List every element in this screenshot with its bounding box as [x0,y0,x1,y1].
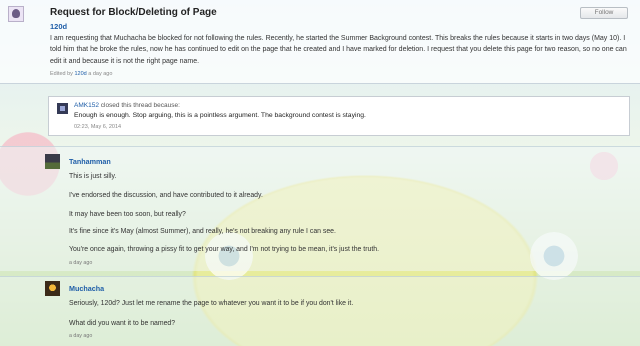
closer-avatar[interactable] [57,103,68,114]
reply-author-link[interactable]: Tanhamman [69,157,111,166]
edited-line: Edited by 120d a day ago [50,71,112,77]
edited-author-link[interactable]: 120d [74,71,86,77]
closed-timestamp: 02:23, May 6, 2014 [74,124,122,130]
reply-text: This is just silly. [69,173,117,180]
closed-by-line: AMK152 closed this thread because: [74,102,180,109]
follow-button[interactable]: Follow [580,7,628,19]
thread-title: Request for Block/Deleting of Page [50,7,217,18]
closed-action-text: closed this thread because: [100,102,180,109]
reply-text: What did you want it to be named? [69,320,176,327]
reply-text: I've endorsed the discussion, and have c… [69,192,263,199]
closer-user-link[interactable]: AMK152 [74,102,99,109]
reply-avatar-tanhamman[interactable] [45,154,60,169]
edited-prefix: Edited by [50,71,73,77]
reply-text: You're once again, throwing a pissy fit … [69,246,379,253]
reply-timestamp: a day ago [69,333,93,339]
thread-main-post: Request for Block/Deleting of Page Follo… [0,0,640,84]
reply-author-link[interactable]: Muchacha [69,284,104,293]
thread-body: I am requesting that Muchacha be blocked… [50,35,627,65]
thread-author-link[interactable]: 120d [50,22,67,31]
reply-timestamp: a day ago [69,260,93,266]
reply-text: It may have been too soon, but really? [69,211,186,218]
reply-text: It's fine since it's May (almost Summer)… [69,228,336,235]
author-avatar[interactable] [8,6,24,22]
reply-avatar-muchacha[interactable] [45,281,60,296]
closed-reason: Enough is enough. Stop arguing, this is … [74,112,366,119]
reply-text: Seriously, 120d? Just let me rename the … [69,300,354,307]
edited-time: a day ago [88,71,113,77]
